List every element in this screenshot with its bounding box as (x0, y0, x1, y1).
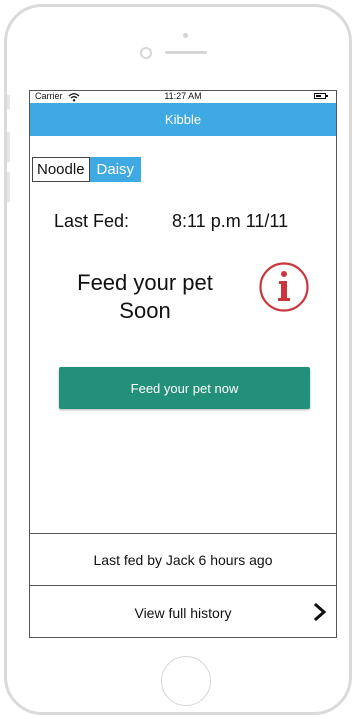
volume-down-button (7, 172, 10, 202)
chevron-right-icon (314, 603, 326, 621)
view-history-label: View full history (134, 604, 232, 621)
last-fed-by-text: Last fed by Jack 6 hours ago (93, 551, 273, 568)
last-fed-by-row: Last fed by Jack 6 hours ago (30, 533, 336, 586)
nav-bar: Kibble (30, 103, 336, 136)
feed-now-button[interactable]: Feed your pet now (59, 367, 310, 409)
earpiece-speaker (165, 51, 207, 54)
last-fed-value: 8:11 p.m 11/11 (172, 211, 289, 231)
tab-daisy[interactable]: Daisy (89, 157, 142, 182)
pet-tabs: Noodle Daisy (32, 157, 142, 182)
feed-reminder-line-2: Soon (119, 298, 171, 323)
status-bar: Carrier 11:27 AM (30, 91, 336, 103)
info-icon (259, 262, 309, 312)
app-screen: Carrier 11:27 AM Kibble Noodle Daisy Las… (29, 90, 337, 638)
last-fed-label: Last Fed: (54, 211, 130, 231)
feed-reminder-line-1: Feed your pet (77, 270, 213, 295)
front-camera (140, 47, 152, 59)
tab-noodle[interactable]: Noodle (32, 157, 90, 182)
home-button[interactable] (161, 656, 211, 706)
status-time: 11:27 AM (164, 91, 202, 101)
battery-icon (314, 93, 328, 99)
volume-up-button (7, 132, 10, 162)
front-sensor (183, 33, 188, 38)
view-history-row[interactable]: View full history (30, 586, 336, 637)
feed-reminder-message: Feed your pet Soon (50, 269, 240, 325)
mute-switch (7, 95, 10, 109)
nav-title: Kibble (164, 112, 202, 127)
